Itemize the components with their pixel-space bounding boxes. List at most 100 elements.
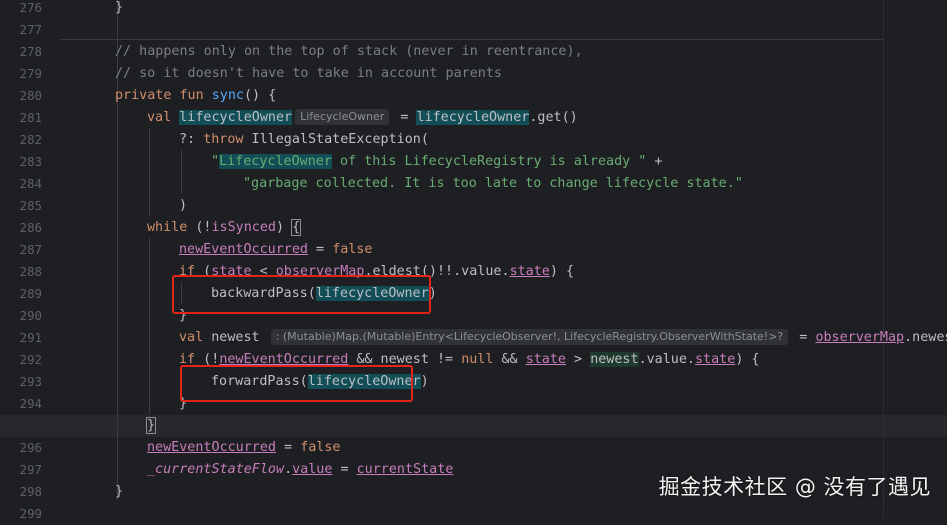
indent-guide	[181, 150, 182, 194]
line-number: 297	[19, 462, 42, 477]
line-number: 284	[19, 176, 42, 191]
line-number: 287	[19, 242, 42, 257]
property: observerMap	[815, 330, 905, 345]
line-number: 290	[19, 308, 42, 323]
keyword: false	[332, 242, 373, 257]
code-line-278: // happens only on the top of stack (nev…	[115, 41, 947, 63]
property: newEventOccurred	[147, 440, 276, 455]
property: isSynced	[211, 220, 277, 235]
property: state	[695, 352, 736, 367]
operator: ?:	[179, 132, 204, 147]
line-number: 293	[19, 374, 42, 389]
line-number: 292	[19, 352, 42, 367]
line-number: 279	[19, 66, 42, 81]
indent-guide	[149, 238, 150, 414]
keyword: fun	[179, 88, 204, 103]
variable-highlighted: lifecycleOwner	[179, 110, 293, 125]
string: "	[211, 154, 220, 169]
call: .get()	[529, 110, 578, 125]
line-number: 291	[19, 330, 42, 345]
punctuation: ) {	[549, 264, 575, 279]
line-number: 281	[19, 110, 42, 125]
keyword: while	[147, 220, 188, 235]
closing-brace: }	[115, 0, 124, 15]
operator: =	[392, 110, 417, 125]
closing-brace: }	[115, 484, 124, 499]
line-number: 282	[19, 132, 42, 147]
punctuation: () {	[244, 88, 277, 103]
line-number: 278	[19, 44, 42, 59]
indent-guide	[149, 128, 150, 216]
type-hint: : (Mutable)Map.(Mutable)Entry<LifecycleO…	[270, 329, 789, 345]
punctuation: )	[420, 374, 429, 389]
code-line-291: val newest : (Mutable)Map.(Mutable)Entry…	[179, 327, 947, 349]
line-number: 276	[19, 0, 42, 15]
line-number-gutter: 276 277 278 279 280 281 282 283 284 285 …	[0, 0, 60, 521]
keyword: val	[147, 110, 172, 125]
property: state	[509, 264, 550, 279]
string-highlighted: LifecycleOwner	[219, 154, 332, 169]
string: "garbage collected. It is too late to ch…	[243, 176, 743, 191]
line-number: 283	[19, 154, 42, 169]
operator: =	[276, 440, 301, 455]
line-number: 286	[19, 220, 42, 235]
line-number: 298	[19, 484, 42, 499]
code-line-296: newEventOccurred = false	[147, 437, 947, 459]
constructor-call: IllegalStateException(	[243, 132, 429, 147]
property: newEventOccurred	[179, 242, 308, 257]
line-number: 285	[19, 198, 42, 213]
annotation-box-backward-pass	[172, 275, 431, 314]
type-hint: LifecycleOwner	[295, 109, 390, 125]
property: currentState	[356, 462, 454, 477]
keyword: val	[179, 330, 204, 345]
keyword: null	[461, 352, 494, 367]
comment: // so it doesn't have to take in account…	[115, 66, 502, 81]
operator: &&	[493, 352, 526, 367]
keyword: false	[300, 440, 341, 455]
string: of this LifecycleRegistry is already "	[331, 154, 647, 169]
line-number: 299	[19, 506, 42, 521]
reference-highlighted: lifecycleOwner	[416, 110, 530, 125]
line-number: 289	[19, 286, 42, 301]
code-editor[interactable]: } // happens only on the top of stack (n…	[60, 0, 947, 519]
code-line-281: val lifecycleOwner LifecycleOwner = lifec…	[147, 107, 947, 129]
line-number: 288	[19, 264, 42, 279]
operator: =	[332, 462, 357, 477]
call: .newes	[904, 330, 947, 345]
property: state	[525, 352, 566, 367]
comment: // happens only on the top of stack (nev…	[115, 44, 583, 59]
line-number: 296	[19, 440, 42, 455]
code-line-276: }	[115, 0, 947, 19]
punctuation: )	[276, 220, 293, 235]
property: _currentStateFlow	[147, 462, 285, 477]
code-line-282: ?: throw IllegalStateException(	[179, 129, 947, 151]
annotation-box-forward-pass	[180, 365, 413, 402]
punctuation: ) {	[735, 352, 760, 367]
operator: +	[646, 154, 663, 169]
code-line-279: // so it doesn't have to take in account…	[115, 63, 947, 85]
operator: >	[566, 352, 591, 367]
code-line-286: while (!isSynced) {	[147, 217, 947, 239]
keyword: private	[115, 88, 172, 103]
code-line-280: private fun sync() {	[115, 85, 947, 107]
matched-brace: }	[145, 417, 157, 434]
punctuation: .	[284, 462, 293, 477]
line-number: 294	[19, 396, 42, 411]
closing-paren: )	[179, 198, 188, 213]
smart-cast-reference: newest	[590, 352, 639, 367]
function-name: sync	[211, 88, 244, 103]
operator: =	[791, 330, 816, 345]
code-line-287: newEventOccurred = false	[179, 239, 947, 261]
variable: newest	[203, 330, 268, 345]
watermark: 掘金技术社区 @ 没有了遇见	[658, 475, 931, 499]
property: value	[292, 462, 333, 477]
line-number: 280	[19, 88, 42, 103]
line-number: 277	[19, 22, 42, 37]
matched-brace: {	[291, 219, 302, 236]
operator: =	[308, 242, 333, 257]
code-line-285: )	[179, 195, 947, 217]
code-line-283: "LifecycleOwner of this LifecycleRegistr…	[211, 151, 947, 173]
call: .value.	[638, 352, 695, 367]
code-line-295: }	[145, 415, 947, 437]
punctuation: (!	[187, 220, 212, 235]
